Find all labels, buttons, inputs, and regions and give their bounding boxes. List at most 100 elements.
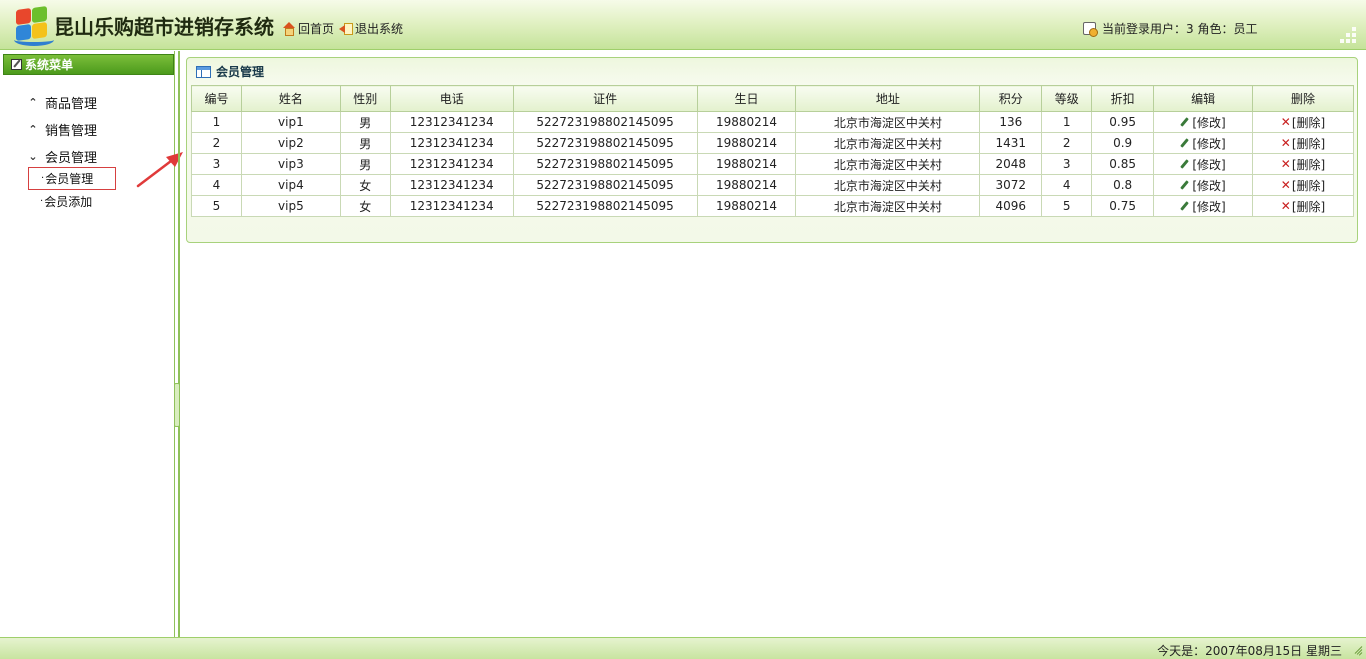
column-header[interactable]: 性别: [339, 85, 391, 112]
column-header[interactable]: 折扣: [1091, 85, 1155, 112]
delete-link-label: [删除]: [1291, 157, 1326, 172]
sidebar-item-sales[interactable]: ⌃ 销售管理: [28, 116, 97, 143]
cell-phone: 12312341234: [389, 132, 514, 154]
exit-link-label: 退出系统: [355, 22, 404, 36]
column-header[interactable]: 编号: [191, 85, 242, 112]
table-icon: [196, 65, 211, 78]
top-header: 昆山乐购超市进销存系统 回首页 退出系统 当前登录用户：3 角色：员工: [0, 0, 1366, 50]
table-row: 3 vip3 男 12312341234 522723198802145095 …: [191, 153, 1354, 175]
member-panel: 会员管理 编号 姓名 性别 电话 证件 生日 地址 积分 等级 折扣 编辑 删除…: [186, 57, 1358, 243]
edit-link[interactable]: [修改]: [1180, 135, 1225, 152]
delete-x-icon: ✕: [1280, 157, 1291, 171]
member-table: 编号 姓名 性别 电话 证件 生日 地址 积分 等级 折扣 编辑 删除 1 vi…: [191, 85, 1354, 217]
cell-level: 5: [1041, 195, 1093, 217]
cell-discount: 0.8: [1091, 174, 1155, 196]
column-header[interactable]: 姓名: [240, 85, 341, 112]
cell-idcard: 522723198802145095: [512, 195, 698, 217]
column-header[interactable]: 编辑: [1153, 85, 1254, 112]
cell-address: 北京市海淀区中关村: [795, 132, 981, 154]
splitter-handle[interactable]: [174, 383, 180, 427]
edit-link-label: [修改]: [1192, 199, 1226, 214]
cell-id: 4: [191, 174, 242, 196]
pencil-icon: [1180, 139, 1189, 148]
submenu-item-member-manage[interactable]: · 会员管理: [28, 167, 116, 190]
table-header-row: 编号 姓名 性别 电话 证件 生日 地址 积分 等级 折扣 编辑 删除: [191, 85, 1354, 112]
cell-idcard: 522723198802145095: [512, 132, 698, 154]
edit-link[interactable]: [修改]: [1180, 198, 1225, 215]
cell-delete: ✕ [删除]: [1252, 153, 1354, 175]
column-header[interactable]: 电话: [389, 85, 514, 112]
delete-link[interactable]: ✕ [删除]: [1281, 198, 1325, 215]
home-link[interactable]: 回首页: [282, 20, 334, 37]
cell-phone: 12312341234: [389, 111, 514, 133]
delete-link[interactable]: ✕ [删除]: [1281, 177, 1325, 194]
home-icon: [282, 22, 295, 36]
cell-level: 1: [1041, 111, 1093, 133]
delete-link[interactable]: ✕ [删除]: [1281, 135, 1325, 152]
column-header[interactable]: 生日: [696, 85, 797, 112]
cell-points: 3072: [979, 174, 1043, 196]
edit-link[interactable]: [修改]: [1180, 156, 1225, 173]
sidebar-item-members[interactable]: ⌄ 会员管理: [28, 143, 97, 170]
sidebar-title: 系统菜单: [25, 58, 74, 72]
cell-level: 2: [1041, 132, 1093, 154]
cell-name: vip1: [240, 111, 341, 133]
cell-delete: ✕ [删除]: [1252, 195, 1354, 217]
cell-discount: 0.9: [1091, 132, 1155, 154]
exit-link[interactable]: 退出系统: [339, 20, 403, 37]
cell-discount: 0.95: [1091, 111, 1155, 133]
cell-gender: 男: [339, 132, 391, 154]
cell-name: vip4: [240, 174, 341, 196]
cell-points: 1431: [979, 132, 1043, 154]
decorative-dots-icon: [1338, 27, 1358, 45]
chevron-up-icon: ⌃: [28, 123, 38, 136]
cell-phone: 12312341234: [389, 195, 514, 217]
delete-link[interactable]: ✕ [删除]: [1281, 114, 1325, 131]
resize-grip-icon[interactable]: [1350, 644, 1363, 656]
user-lock-icon: [1083, 21, 1098, 37]
column-header[interactable]: 删除: [1252, 85, 1354, 112]
panel-title: 会员管理: [196, 63, 264, 80]
sidebar-item-label: 销售管理: [45, 124, 98, 139]
content-border: [178, 51, 180, 637]
table-row: 5 vip5 女 12312341234 522723198802145095 …: [191, 195, 1354, 217]
cell-edit: [修改]: [1153, 195, 1254, 217]
cell-name: vip3: [240, 153, 341, 175]
today-date: 今天是：2007年08月15日 星期三: [1157, 644, 1342, 658]
column-header[interactable]: 证件: [512, 85, 698, 112]
cell-edit: [修改]: [1153, 111, 1254, 133]
pencil-icon: [1180, 118, 1189, 127]
cell-birthday: 19880214: [696, 174, 797, 196]
cell-gender: 男: [339, 111, 391, 133]
edit-link[interactable]: [修改]: [1180, 114, 1225, 131]
sidebar-header: 系统菜单: [3, 54, 174, 75]
cell-delete: ✕ [删除]: [1252, 174, 1354, 196]
current-user-info: 当前登录用户：3 角色：员工: [1083, 20, 1257, 37]
submenu-item-member-add[interactable]: · 会员添加: [28, 190, 116, 212]
cell-edit: [修改]: [1153, 174, 1254, 196]
current-user-text: 当前登录用户：3 角色：员工: [1102, 22, 1258, 36]
column-header[interactable]: 积分: [979, 85, 1043, 112]
cell-birthday: 19880214: [696, 132, 797, 154]
pencil-icon: [1180, 202, 1189, 211]
delete-link[interactable]: ✕ [删除]: [1281, 156, 1325, 173]
sidebar-item-products[interactable]: ⌃ 商品管理: [28, 89, 97, 116]
table-row: 2 vip2 男 12312341234 522723198802145095 …: [191, 132, 1354, 154]
cell-discount: 0.75: [1091, 195, 1155, 217]
cell-level: 4: [1041, 174, 1093, 196]
edit-menu-icon: [11, 59, 22, 70]
app-window: 昆山乐购超市进销存系统 回首页 退出系统 当前登录用户：3 角色：员工 系统菜单…: [0, 0, 1366, 659]
edit-link[interactable]: [修改]: [1180, 177, 1225, 194]
cell-name: vip2: [240, 132, 341, 154]
members-submenu: · 会员管理 · 会员添加: [28, 167, 116, 212]
column-header[interactable]: 地址: [795, 85, 981, 112]
cell-idcard: 522723198802145095: [512, 111, 698, 133]
cell-name: vip5: [240, 195, 341, 217]
column-header[interactable]: 等级: [1041, 85, 1093, 112]
sidebar-item-label: 会员管理: [45, 151, 98, 166]
home-link-label: 回首页: [298, 22, 335, 36]
delete-link-label: [删除]: [1291, 115, 1326, 130]
cell-birthday: 19880214: [696, 195, 797, 217]
edit-link-label: [修改]: [1192, 115, 1226, 130]
exit-icon: [339, 22, 353, 35]
